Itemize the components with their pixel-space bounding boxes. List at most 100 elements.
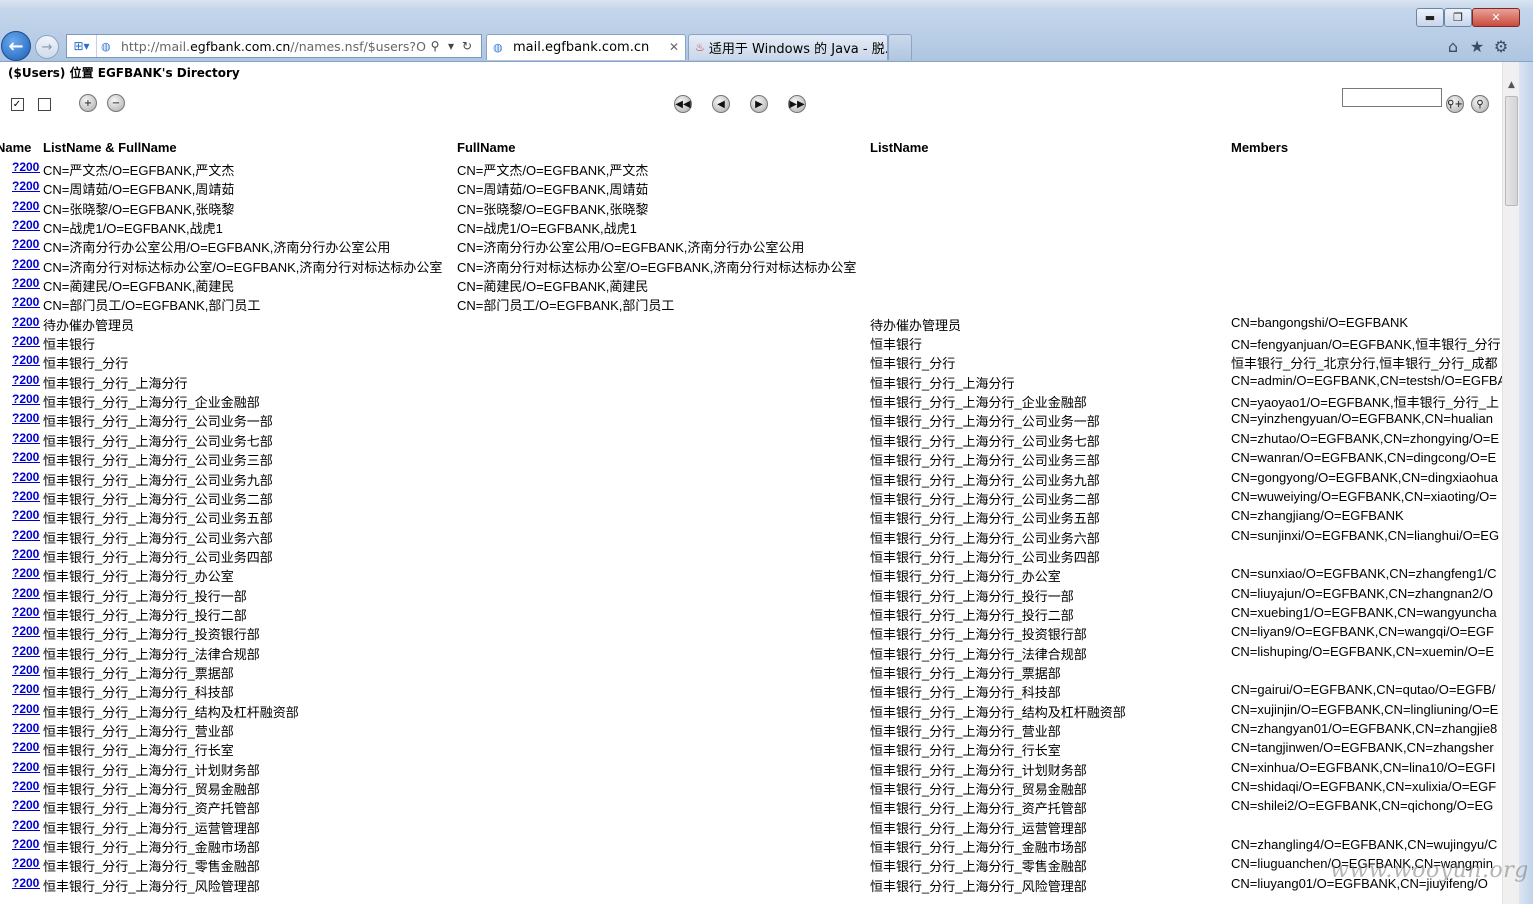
doc-link[interactable]: ?2000 — [12, 411, 40, 425]
close-window-button[interactable]: ✕ — [1472, 8, 1520, 27]
cell-listname-fullname: 恒丰银行_分行_上海分行_运营管理部 — [43, 820, 260, 836]
next-page-icon[interactable]: ▶ — [750, 95, 768, 113]
doc-link[interactable]: ?2000 — [12, 470, 40, 484]
column-header-name[interactable]: Name — [0, 140, 31, 155]
first-page-icon[interactable]: ◀◀ — [674, 95, 692, 113]
doc-link[interactable]: ?2000 — [12, 373, 40, 387]
gear-icon[interactable]: ⚙ — [1491, 36, 1511, 56]
vertical-scrollbar[interactable]: ▲ — [1502, 62, 1519, 904]
doc-link[interactable]: ?2000 — [12, 528, 40, 542]
search-options-icon[interactable]: ⚲+ — [1446, 95, 1464, 113]
cell-fullname: CN=济南分行对标达标办公室/O=EGFBANK,济南分行对标达标办公室 — [457, 259, 857, 275]
doc-link[interactable]: ?2000 — [12, 663, 40, 677]
compat-view-icon[interactable]: ⊞▾ — [67, 35, 97, 57]
cell-members: CN=shilei2/O=EGFBANK,CN=qichong/O=EG — [1231, 798, 1494, 814]
address-url[interactable]: http://mail.egfbank.com.cn//names.nsf/$u… — [121, 39, 427, 54]
cell-members: CN=wuweiying/O=EGFBANK,CN=xiaoting/O= — [1231, 488, 1497, 504]
doc-link[interactable]: ?2000 — [12, 315, 40, 329]
doc-link[interactable]: ?2000 — [12, 257, 40, 271]
last-page-icon[interactable]: ▶▶ — [788, 95, 806, 113]
cell-listname-fullname: 恒丰银行_分行_上海分行_公司业务九部 — [43, 472, 273, 488]
doc-link[interactable]: ?2000 — [12, 798, 40, 812]
doc-link[interactable]: ?2000 — [12, 199, 40, 213]
doc-link[interactable]: ?2000 — [12, 508, 40, 522]
cell-listname: 恒丰银行_分行_上海分行_票据部 — [870, 665, 1061, 681]
table-row: ?2000恒丰银行_分行_上海分行_法律合规部恒丰银行_分行_上海分行_法律合规… — [0, 643, 1502, 662]
search-icon[interactable]: ⚲ — [1471, 95, 1489, 113]
doc-link[interactable]: ?2000 — [12, 721, 40, 735]
cell-listname: 恒丰银行_分行_上海分行_公司业务五部 — [870, 511, 1100, 527]
doc-link[interactable]: ?2000 — [12, 237, 40, 251]
new-tab-button[interactable] — [888, 34, 912, 60]
cell-listname-fullname: 恒丰银行_分行_上海分行_公司业务六部 — [43, 530, 273, 546]
doc-link[interactable]: ?2000 — [12, 179, 40, 193]
home-icon[interactable]: ⌂ — [1443, 36, 1463, 56]
doc-link[interactable]: ?2000 — [12, 837, 40, 851]
minimize-button[interactable]: ▬ — [1416, 8, 1444, 27]
url-path: //names.nsf/$users?Oper — [290, 38, 427, 54]
table-row: ?2000恒丰银行_分行_上海分行_结构及杠杆融资部恒丰银行_分行_上海分行_结… — [0, 701, 1502, 720]
cell-listname-fullname: 恒丰银行_分行_上海分行_贸易金融部 — [43, 782, 260, 797]
table-row: ?2000恒丰银行_分行_上海分行_零售金融部恒丰银行_分行_上海分行_零售金融… — [0, 855, 1502, 874]
scroll-up-icon[interactable]: ▲ — [1503, 76, 1520, 93]
doc-link[interactable]: ?2000 — [12, 624, 40, 638]
cell-listname: 恒丰银行_分行_上海分行_公司业务一部 — [870, 414, 1100, 430]
doc-link[interactable]: ?2000 — [12, 702, 40, 716]
scroll-thumb[interactable] — [1505, 96, 1518, 206]
search-icon[interactable]: ⚲ — [427, 39, 443, 53]
doc-link[interactable]: ?2000 — [12, 779, 40, 793]
doc-link[interactable]: ?2000 — [12, 392, 40, 406]
cell-listname: 恒丰银行_分行_上海分行_公司业务九部 — [870, 472, 1100, 488]
doc-link[interactable]: ?2000 — [12, 334, 40, 348]
doc-link[interactable]: ?2000 — [12, 218, 40, 232]
doc-link[interactable]: ?2000 — [12, 740, 40, 754]
column-header-fullname[interactable]: FullName — [457, 140, 516, 155]
search-input[interactable] — [1342, 88, 1442, 107]
cell-members: CN=xuebing1/O=EGFBANK,CN=wangyuncha — [1231, 604, 1497, 620]
previous-page-icon[interactable]: ◀ — [712, 95, 730, 113]
column-header-listname-fullname[interactable]: ListName & FullName — [43, 140, 177, 155]
select-all-icon[interactable]: ✓ — [8, 95, 26, 113]
cell-fullname: CN=周靖茹/O=EGFBANK,周靖茹 — [457, 182, 649, 198]
doc-link[interactable]: ?2000 — [12, 876, 40, 890]
doc-link[interactable]: ?2000 — [12, 760, 40, 774]
doc-link[interactable]: ?2000 — [12, 586, 40, 600]
back-button[interactable]: ← — [1, 31, 31, 61]
cell-listname: 恒丰银行_分行_上海分行_投行二部 — [870, 607, 1074, 623]
doc-link[interactable]: ?2000 — [12, 818, 40, 832]
doc-link[interactable]: ?2000 — [12, 856, 40, 870]
doc-link[interactable]: ?2000 — [12, 353, 40, 367]
doc-link[interactable]: ?2000 — [12, 431, 40, 445]
doc-link[interactable]: ?2000 — [12, 276, 40, 290]
forward-button[interactable]: → — [35, 35, 59, 59]
doc-link[interactable]: ?2000 — [12, 547, 40, 561]
deselect-all-icon[interactable] — [35, 95, 53, 113]
doc-link[interactable]: ?2000 — [12, 489, 40, 503]
close-icon[interactable]: ✕ — [669, 40, 679, 54]
cell-listname: 恒丰银行_分行_上海分行_公司业务二部 — [870, 491, 1100, 507]
doc-link[interactable]: ?2000 — [12, 566, 40, 580]
doc-link[interactable]: ?2000 — [12, 160, 40, 174]
address-bar[interactable]: ⊞▾ ◍ http://mail.egfbank.com.cn//names.n… — [66, 34, 482, 58]
doc-link[interactable]: ?2000 — [12, 644, 40, 658]
expand-all-icon[interactable]: + — [79, 94, 97, 112]
collapse-all-icon[interactable]: − — [107, 94, 125, 112]
cell-listname: 恒丰银行_分行_上海分行_行长室 — [870, 743, 1061, 759]
refresh-icon[interactable]: ↻ — [459, 39, 475, 53]
cell-members: CN=zhangling4/O=EGFBANK,CN=wujingyu/C — [1231, 837, 1498, 853]
cell-listname-fullname: 恒丰银行_分行_上海分行_公司业务三部 — [43, 453, 273, 469]
doc-link[interactable]: ?2000 — [12, 295, 40, 309]
column-header-listname[interactable]: ListName — [870, 140, 929, 155]
doc-link[interactable]: ?2000 — [12, 450, 40, 464]
cell-listname-fullname: 恒丰银行_分行_上海分行_企业金融部 — [43, 395, 260, 411]
doc-link[interactable]: ?2000 — [12, 605, 40, 619]
dropdown-icon[interactable]: ▾ — [443, 39, 459, 53]
star-icon[interactable]: ★ — [1467, 36, 1487, 56]
tab-label: mail.egfbank.com.cn — [513, 40, 650, 55]
doc-link[interactable]: ?2000 — [12, 682, 40, 696]
maximize-button[interactable]: ❐ — [1444, 8, 1472, 27]
tab-mail[interactable]: ◍ mail.egfbank.com.cn ✕ — [486, 34, 686, 60]
column-header-members[interactable]: Members — [1231, 140, 1288, 155]
tab-java[interactable]: ♨ 适用于 Windows 的 Java - 脱... — [688, 34, 888, 60]
back-arrow-icon: ← — [8, 35, 24, 57]
